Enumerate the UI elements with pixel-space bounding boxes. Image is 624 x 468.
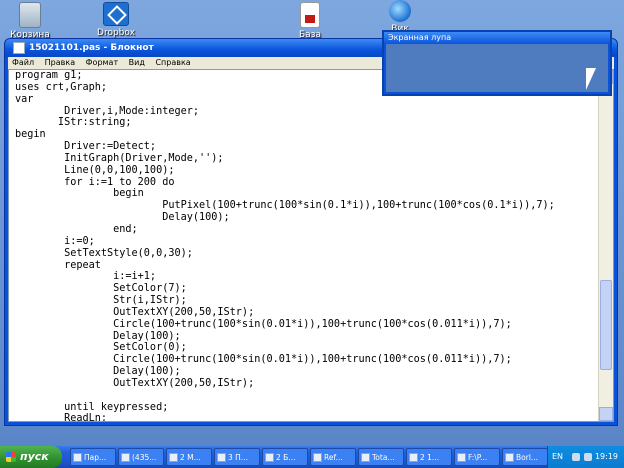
- code-line: until keypressed;: [15, 401, 169, 413]
- menu-help[interactable]: Справка: [155, 58, 190, 67]
- taskbar-button[interactable]: 2 M...: [166, 448, 212, 466]
- code-line: Delay(100);: [15, 366, 181, 378]
- code-line: begin: [15, 129, 46, 141]
- recycle-bin-shortcut[interactable]: Корзина: [2, 2, 58, 40]
- code-line: Circle(100+trunc(100*sin(0.01*i)),100+tr…: [15, 354, 512, 366]
- taskbar-button[interactable]: Borl...: [502, 448, 548, 466]
- tray-volume-icon[interactable]: [584, 453, 592, 461]
- menu-format[interactable]: Формат: [86, 58, 118, 67]
- taskbar-button-label: Borl...: [516, 453, 539, 462]
- windows-flag-icon: [6, 452, 16, 462]
- task-app-icon: [217, 453, 226, 462]
- code-text[interactable]: program g1; uses crt,Graph; var Driver,i,M…: [15, 70, 597, 421]
- internet-explorer-icon: [389, 0, 411, 22]
- dropbox-shortcut[interactable]: Dropbox: [88, 2, 144, 38]
- taskbar-button-label: F:\P...: [468, 453, 488, 462]
- start-button[interactable]: пуск: [0, 446, 62, 468]
- dropbox-icon: [103, 2, 129, 26]
- taskbar-button-label: 2 1...: [420, 453, 440, 462]
- code-line: i:=i+1;: [15, 271, 157, 283]
- task-app-icon: [169, 453, 178, 462]
- scroll-down-button[interactable]: [599, 407, 613, 421]
- taskbar-button-label: 2 M...: [180, 453, 201, 462]
- code-line: Line(0,0,100,100);: [15, 164, 175, 176]
- menu-edit[interactable]: Правка: [45, 58, 75, 67]
- taskbar-button-label: 2 Б...: [276, 453, 296, 462]
- recycle-bin-icon: [19, 2, 41, 28]
- task-app-icon: [505, 453, 514, 462]
- code-line: i:=0;: [15, 235, 95, 247]
- taskbar-button-label: 3 П...: [228, 453, 248, 462]
- notepad-app-icon: [13, 41, 25, 54]
- clock: 19:19: [594, 452, 618, 461]
- taskbar-button[interactable]: 2 1...: [406, 448, 452, 466]
- dropbox-label: Dropbox: [97, 28, 135, 38]
- start-label: пуск: [20, 450, 49, 463]
- code-line: InitGraph(Driver,Mode,'');: [15, 152, 224, 164]
- taskbar-button[interactable]: F:\P...: [454, 448, 500, 466]
- code-line: repeat: [15, 259, 101, 271]
- database-file-icon: [300, 2, 320, 28]
- code-line: SetColor(0);: [15, 342, 187, 354]
- task-app-icon: [313, 453, 322, 462]
- task-app-icon: [265, 453, 274, 462]
- task-app-icon: [121, 453, 130, 462]
- system-tray: EN 19:19: [547, 446, 624, 468]
- magnifier-title[interactable]: Экранная лупа: [384, 32, 610, 44]
- code-line: for i:=1 to 200 do: [15, 176, 175, 188]
- notepad-window: 15021101.pas - Блокнот Файл Правка Форма…: [4, 38, 618, 426]
- menu-view[interactable]: Вид: [129, 58, 145, 67]
- taskbar-button[interactable]: 3 П...: [214, 448, 260, 466]
- taskbar-button-label: Ref...: [324, 453, 343, 462]
- code-line: ReadLn;: [15, 413, 108, 421]
- taskbar: пуск Пар... (435... 2 M... 3 П... 2 Б... Ref.…: [0, 446, 624, 468]
- code-line: PutPixel(100+trunc(100*sin(0.1*i)),100+t…: [15, 200, 555, 212]
- code-line: OutTextXY(200,50,IStr);: [15, 306, 255, 318]
- taskbar-button[interactable]: Tota...: [358, 448, 404, 466]
- code-line: Delay(100);: [15, 212, 230, 224]
- text-editor[interactable]: program g1; uses crt,Graph; var Driver,i,M…: [8, 69, 614, 422]
- vertical-scrollbar[interactable]: [598, 70, 613, 421]
- magnifier-view: [386, 44, 608, 92]
- code-line: SetColor(7);: [15, 283, 187, 295]
- mouse-cursor-icon: [586, 68, 596, 90]
- taskbar-button-label: Tota...: [372, 453, 395, 462]
- browser-shortcut[interactable]: Вик: [372, 0, 428, 34]
- task-app-icon: [409, 453, 418, 462]
- scroll-thumb[interactable]: [600, 280, 612, 370]
- taskbar-button[interactable]: (435...: [118, 448, 164, 466]
- taskbar-button-label: Пар...: [84, 453, 107, 462]
- code-line: Circle(100+trunc(100*sin(0.01*i)),100+tr…: [15, 318, 512, 330]
- code-line: begin: [15, 188, 144, 200]
- magnifier-window: Экранная лупа: [382, 30, 612, 96]
- task-app-icon: [457, 453, 466, 462]
- code-line: Driver:=Detect;: [15, 141, 157, 153]
- tray-network-icon[interactable]: [572, 453, 580, 461]
- taskbar-button-label: (435...: [132, 453, 157, 462]
- code-line: Delay(100);: [15, 330, 181, 342]
- code-line: SetTextStyle(0,0,30);: [15, 247, 193, 259]
- code-line: OutTextXY(200,50,IStr);: [15, 377, 255, 389]
- task-list: Пар... (435... 2 M... 3 П... 2 Б... Ref... Tot…: [70, 448, 548, 466]
- code-line: end;: [15, 223, 138, 235]
- taskbar-button[interactable]: 2 Б...: [262, 448, 308, 466]
- menu-file[interactable]: Файл: [12, 58, 34, 67]
- code-line: Driver,i,Mode:integer;: [15, 105, 200, 117]
- task-app-icon: [73, 453, 82, 462]
- taskbar-button[interactable]: Ref...: [310, 448, 356, 466]
- code-line: Str(i,IStr);: [15, 295, 187, 307]
- notepad-title: 15021101.pas - Блокнот: [29, 43, 154, 53]
- code-line: IStr:string;: [15, 117, 132, 129]
- language-indicator[interactable]: EN: [552, 446, 563, 468]
- taskbar-button[interactable]: Пар...: [70, 448, 116, 466]
- task-app-icon: [361, 453, 370, 462]
